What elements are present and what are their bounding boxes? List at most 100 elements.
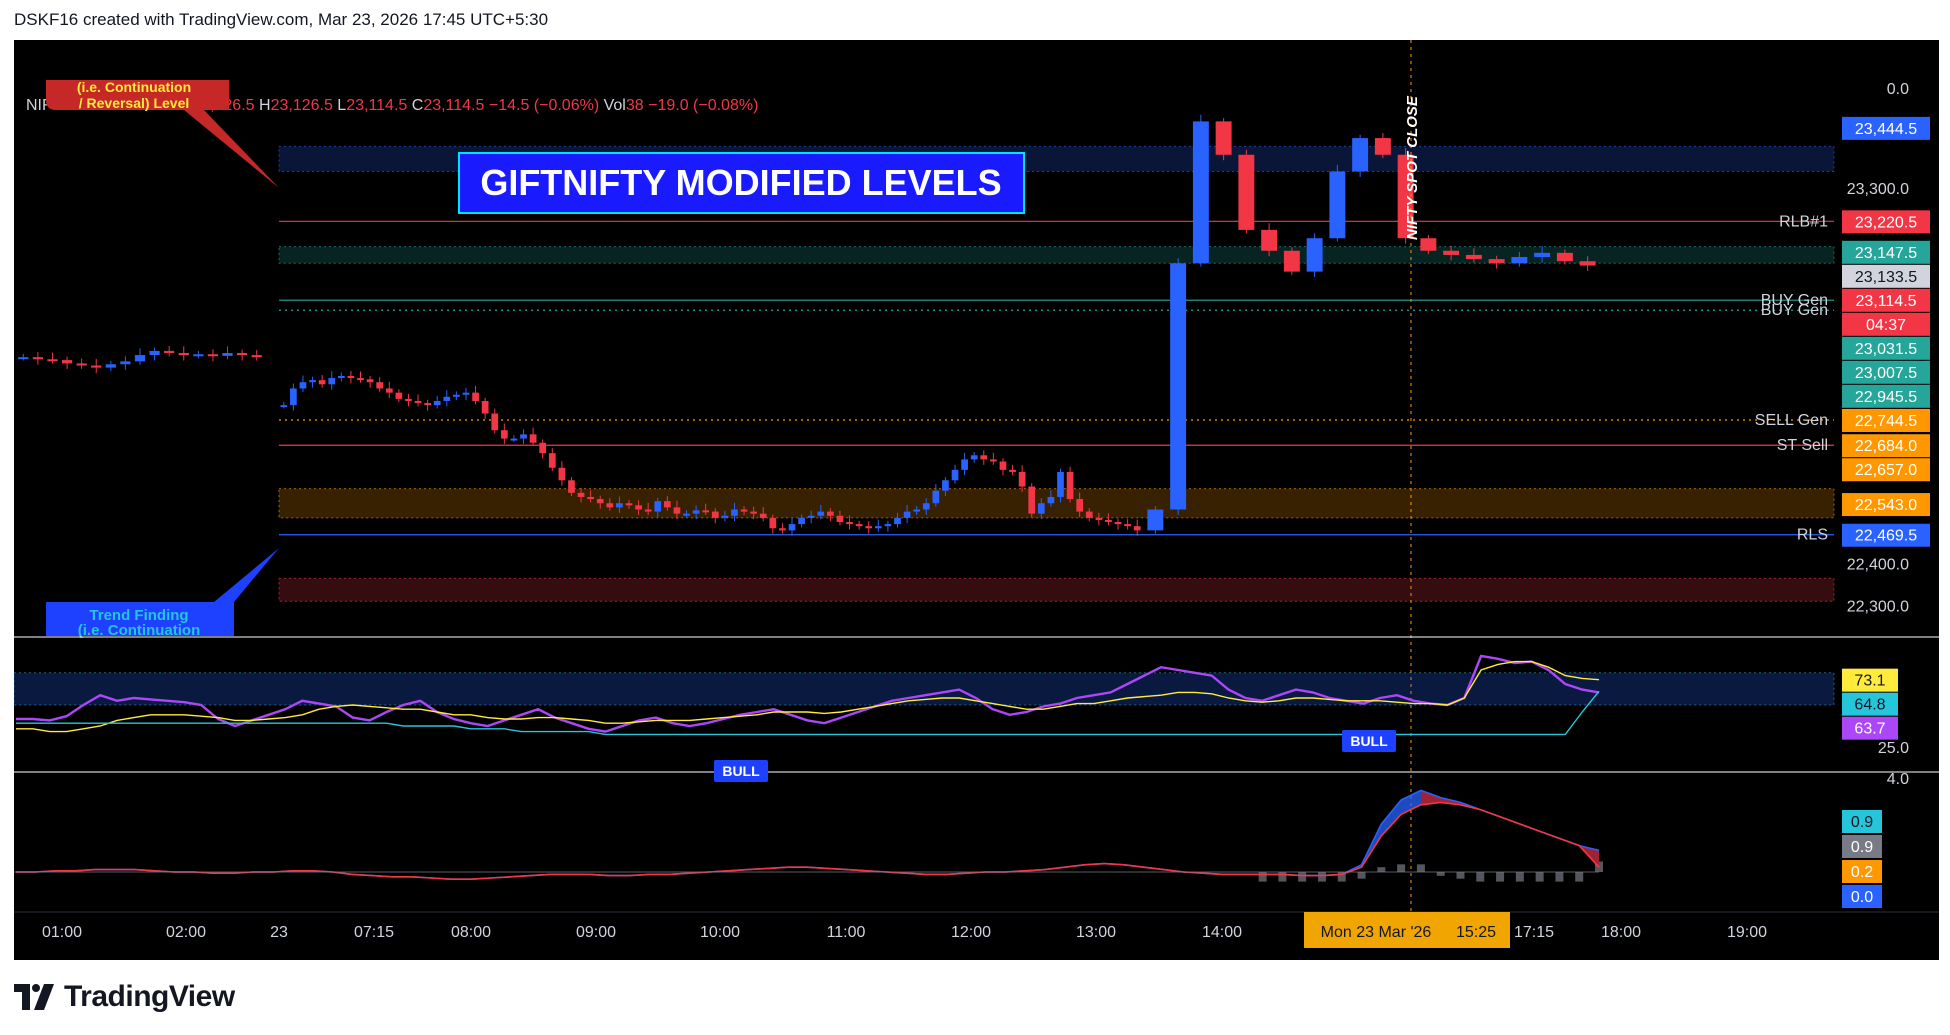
tradingview-logo-icon — [14, 984, 54, 1010]
candle-body — [76, 363, 87, 366]
momentum-bar — [1555, 872, 1564, 882]
time-tick: 18:00 — [1601, 924, 1641, 941]
candle-body — [558, 467, 566, 481]
rsi-tick: 25.0 — [1878, 740, 1909, 757]
candle-body — [1133, 526, 1141, 531]
candle-body — [500, 430, 508, 439]
candle-body — [1009, 469, 1016, 472]
candle-body — [134, 355, 146, 362]
momentum-badge-1: 0.9 — [1851, 839, 1873, 856]
candle-body — [472, 392, 479, 401]
candle-body — [990, 459, 997, 462]
candle-body — [865, 526, 873, 529]
candle-body — [568, 480, 575, 493]
candle-body — [1066, 471, 1074, 500]
candle-body — [405, 398, 412, 401]
candle-body — [663, 501, 671, 508]
candle-body — [884, 524, 892, 527]
candle-body — [625, 503, 633, 506]
candle-body — [1018, 471, 1026, 487]
candle-body — [385, 388, 393, 393]
candle-body — [1579, 261, 1596, 266]
candle-body — [683, 513, 690, 516]
time-tick: 01:00 — [42, 924, 82, 941]
candle-body — [337, 375, 345, 379]
time-tick: 17:15 — [1514, 924, 1554, 941]
candle-body — [692, 510, 700, 514]
candle-body — [1147, 509, 1164, 531]
zone-2 — [278, 488, 1835, 519]
candle-body — [606, 503, 614, 508]
time-tick: 23 — [270, 924, 288, 941]
time-tick: 08:00 — [451, 924, 491, 941]
candle-body — [347, 375, 355, 379]
price-tick: 22,300.0 — [1847, 598, 1909, 615]
candle-body — [309, 380, 316, 383]
candle-body — [424, 403, 431, 406]
candle-body — [1105, 519, 1112, 523]
price-badge-1: 23,220.5 — [1855, 214, 1917, 231]
price-tick: 23,300.0 — [1847, 181, 1909, 198]
price-badge-10: 22,684.0 — [1855, 438, 1917, 455]
candle-body — [1047, 496, 1055, 504]
candle-body — [1511, 257, 1528, 264]
momentum-bar — [1377, 867, 1386, 872]
candle-body — [1352, 138, 1369, 172]
candle-body — [433, 400, 441, 406]
time-tick: 10:00 — [700, 924, 740, 941]
price-badge-7: 23,007.5 — [1855, 365, 1917, 382]
momentum-bar — [1575, 872, 1584, 882]
candle-body — [280, 405, 288, 408]
candle-body — [491, 413, 499, 431]
time-tick: 07:15 — [354, 924, 394, 941]
momentum-bar — [1357, 872, 1366, 879]
candle-body — [1057, 471, 1064, 497]
candle-body — [318, 380, 326, 385]
candle-body — [827, 511, 834, 516]
zone-1 — [278, 246, 1835, 264]
candle-body — [999, 461, 1007, 470]
candle-body — [91, 365, 102, 368]
price-badge-8: 22,945.5 — [1855, 389, 1917, 406]
candle-body — [836, 515, 844, 523]
candle-body — [178, 353, 189, 356]
momentum-bar — [1476, 872, 1485, 882]
price-tick: 22,400.0 — [1847, 557, 1909, 574]
candle-body — [587, 496, 594, 500]
chart-svg[interactable]: RLB#1BUY GenBUY GenSELL GenST SellRLSNIF… — [14, 40, 1939, 960]
candle-body — [807, 515, 815, 518]
momentum-bar — [1278, 872, 1287, 882]
time-tick: 11:00 — [827, 924, 866, 941]
price-badge-13: 22,469.5 — [1855, 528, 1917, 545]
candle-body — [942, 480, 949, 491]
momentum-bar — [1456, 872, 1465, 879]
spot-close-label: NIFTY SPOT CLOSE — [1404, 95, 1421, 240]
candle-body — [1556, 252, 1573, 262]
candle-body — [366, 379, 374, 383]
momentum-bar — [1298, 872, 1307, 882]
candle-body — [1465, 254, 1482, 260]
candle-body — [1095, 517, 1103, 520]
price-badge-12: 22,543.0 — [1855, 497, 1917, 514]
time-tick: 02:00 — [166, 924, 206, 941]
time-tick: 12:00 — [951, 924, 991, 941]
chart-area[interactable]: RLB#1 BUY Gen BUY Gen SELL Gen ST Sell RLS NIF… — [14, 40, 1939, 960]
crosshair-time-label: Mon 23 Mar '26 — [1321, 924, 1432, 941]
candle-body — [951, 469, 959, 481]
candle-body — [120, 361, 131, 365]
zone-3 — [278, 577, 1835, 602]
candle-body — [1534, 252, 1551, 258]
candle-body — [616, 503, 623, 508]
candle-body — [251, 355, 262, 358]
candle-body — [453, 394, 460, 397]
candle-body — [481, 400, 489, 414]
footer-brand: TradingView — [64, 980, 235, 1013]
price-badge-4: 23,114.5 — [1855, 293, 1916, 310]
candle-body — [980, 455, 988, 460]
candle-body — [769, 517, 777, 529]
candle-body — [1443, 250, 1460, 255]
candle-body — [1114, 522, 1122, 525]
candle-body — [932, 490, 940, 504]
price-badge-3: 23,133.5 — [1855, 269, 1917, 286]
candle-body — [462, 392, 470, 395]
